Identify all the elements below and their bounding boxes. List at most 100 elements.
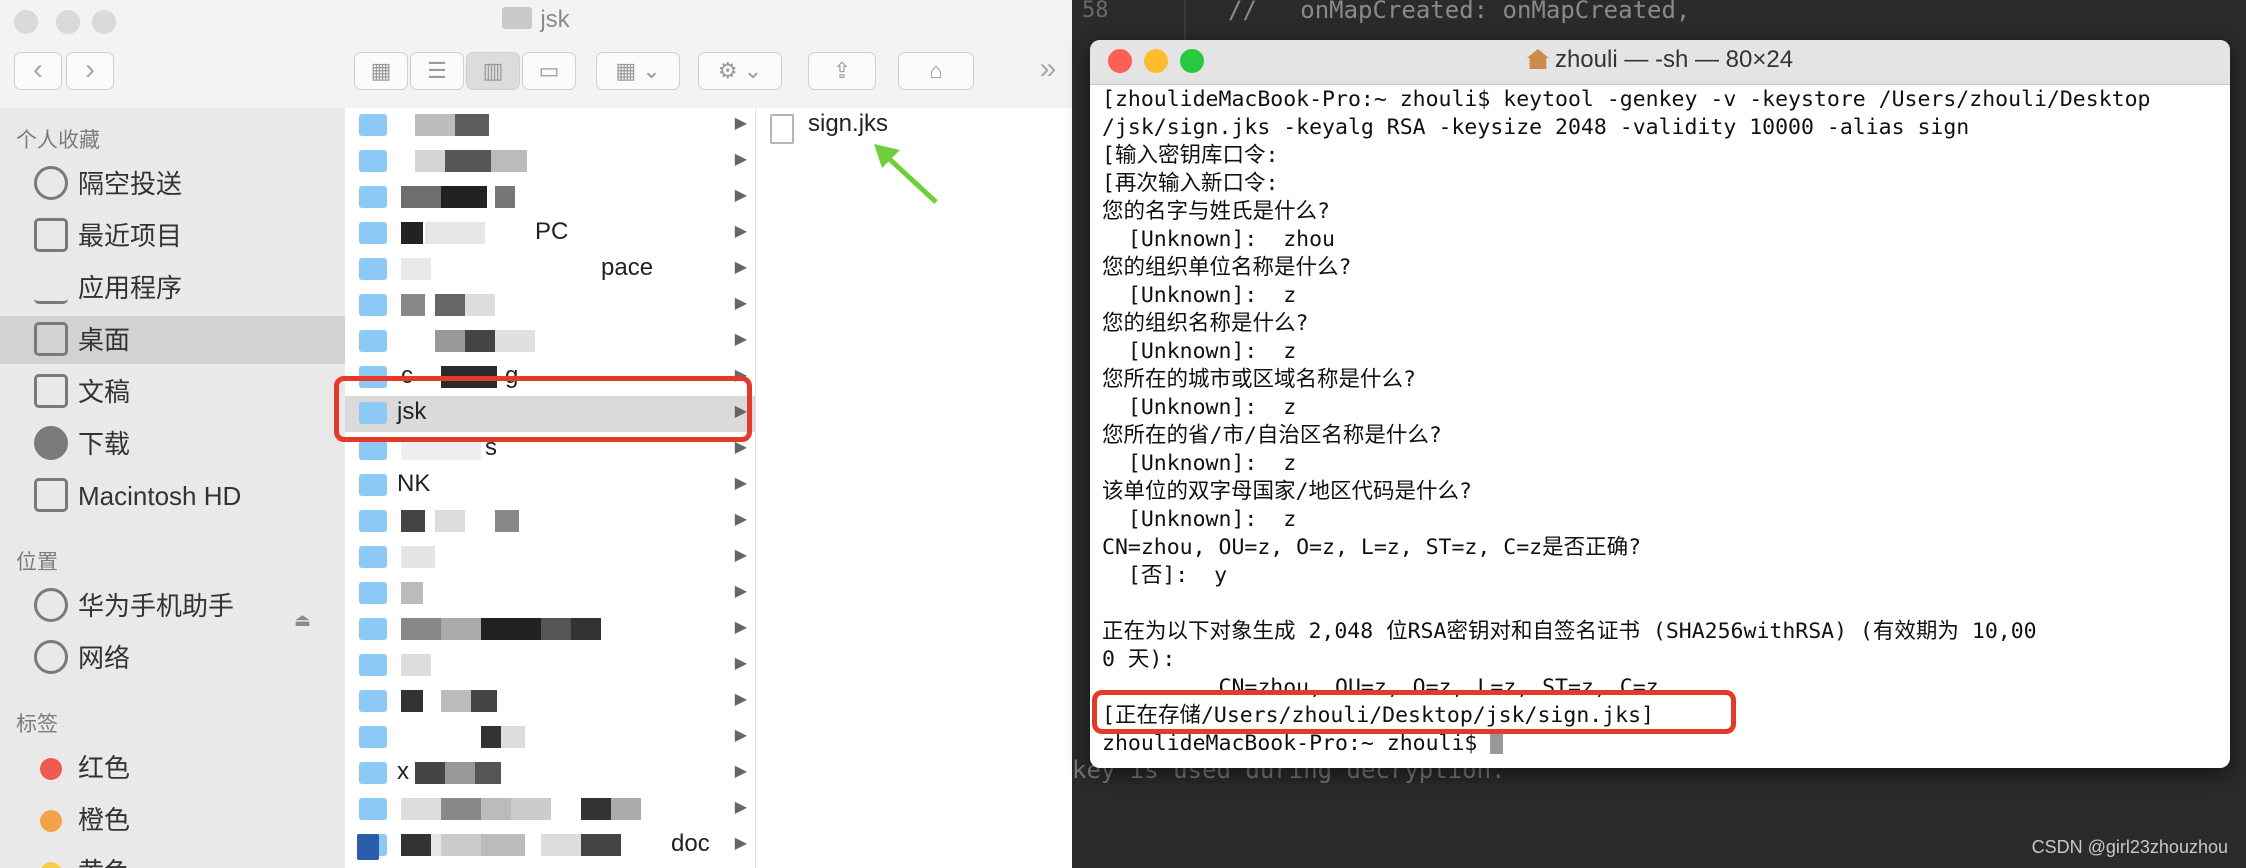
terminal-line-text: zhoulideMacBook-Pro:~ zhouli$ xyxy=(1102,731,1491,756)
file-name-sign-jks: sign.jks xyxy=(808,110,889,137)
list-item[interactable]: NK ▶ xyxy=(345,468,755,504)
action-gear-button[interactable]: ⚙ ⌄ xyxy=(698,52,782,90)
gallery-view-button[interactable]: ▭ xyxy=(522,52,576,90)
home-icon xyxy=(1526,49,1549,69)
list-item[interactable]: pace ▶ xyxy=(345,252,755,288)
sidebar-item-huawei[interactable]: 华为手机助手 ⏏ xyxy=(0,582,345,630)
list-item[interactable]: PC ▶ xyxy=(345,216,755,252)
terminal-line: [zhoulideMacBook-Pro:~ zhouli$ keytool -… xyxy=(1102,86,2224,114)
line-number: 58 xyxy=(1082,0,1109,23)
list-item[interactable]: ▶ xyxy=(345,576,755,612)
terminal-line: 您的组织名称是什么? xyxy=(1102,310,2224,338)
sidebar-tag-yellow[interactable]: 黄色 xyxy=(0,848,345,868)
sidebar-item-documents[interactable]: 文稿 xyxy=(0,368,345,416)
folder-label: x xyxy=(397,758,409,785)
list-item-sign-jks[interactable]: sign.jks xyxy=(756,108,1072,144)
group-by-button[interactable]: ▦ ⌄ xyxy=(596,52,680,90)
sidebar-item-recents[interactable]: 最近项目 xyxy=(0,212,345,260)
sidebar-item-label: 应用程序 xyxy=(78,273,183,303)
list-item[interactable]: ▶ xyxy=(345,684,755,720)
terminal-line: 该单位的双字母国家/地区代码是什么? xyxy=(1102,478,2224,506)
icon-view-button[interactable]: ▦ xyxy=(354,52,408,90)
terminal-line-text: [Unknown]: z xyxy=(1102,507,1297,532)
disclosure-arrow-icon: ▶ xyxy=(734,763,747,780)
sidebar-item-macintosh-hd[interactable]: Macintosh HD xyxy=(0,472,345,520)
sidebar-item-desktop[interactable]: 桌面 xyxy=(0,316,345,364)
terminal-title-text: zhouli — -sh — 80×24 xyxy=(1554,46,1794,73)
terminal-line: [Unknown]: z xyxy=(1102,394,2224,422)
sidebar-item-label: Macintosh HD xyxy=(78,481,242,511)
share-button[interactable]: ⇪ xyxy=(808,52,876,90)
terminal-line-text: [Unknown]: z xyxy=(1102,339,1297,364)
disclosure-arrow-icon: ▶ xyxy=(734,475,747,492)
disclosure-arrow-icon: ▶ xyxy=(734,151,747,168)
sidebar-item-network[interactable]: 网络 xyxy=(0,634,345,682)
tag-button[interactable]: ⌂ xyxy=(898,52,974,90)
terminal-line-text: 该单位的双字母国家/地区代码是什么? xyxy=(1102,479,1472,504)
disk-icon xyxy=(34,478,68,512)
back-button[interactable]: ‹ xyxy=(14,52,62,90)
folder-icon xyxy=(359,618,387,640)
folder-icon xyxy=(359,654,387,676)
list-item-doc[interactable]: doc xyxy=(345,828,755,864)
list-item[interactable]: x ▶ xyxy=(345,756,755,792)
list-view-button[interactable]: ☰ xyxy=(410,52,464,90)
disclosure-arrow-icon: ▶ xyxy=(734,727,747,744)
finder-toolbar: jsk ‹ › ▦ ☰ ▥ ▭ ▦ ⌄ ⚙ ⌄ ⇪ ⌂ » xyxy=(0,0,1072,109)
folder-label: doc xyxy=(671,830,710,857)
folder-icon xyxy=(359,474,387,496)
terminal-output[interactable]: [zhoulideMacBook-Pro:~ zhouli$ keytool -… xyxy=(1102,86,2224,758)
disclosure-arrow-icon: ▶ xyxy=(734,511,747,528)
file-column: sign.jks xyxy=(756,108,1072,868)
list-item[interactable]: ▶ xyxy=(345,180,755,216)
terminal-line: [Unknown]: z xyxy=(1102,450,2224,478)
folder-icon xyxy=(359,582,387,604)
sidebar-item-label: 隔空投送 xyxy=(78,169,183,199)
list-item[interactable]: ▶ xyxy=(345,504,755,540)
sidebar-tag-orange[interactable]: 橙色 xyxy=(0,796,345,844)
list-item[interactable]: ▶ xyxy=(345,540,755,576)
text-cursor xyxy=(1490,732,1504,754)
locations-header: 位置 xyxy=(16,551,58,574)
file-icon xyxy=(770,114,794,144)
folder-icon xyxy=(359,330,387,352)
folder-icon xyxy=(359,510,387,532)
terminal-line: 您的名字与姓氏是什么? xyxy=(1102,198,2224,226)
tags-header: 标签 xyxy=(16,713,58,736)
forward-button[interactable]: › xyxy=(66,52,114,90)
terminal-window: zhouli — -sh — 80×24 [zhoulideMacBook-Pr… xyxy=(1090,40,2230,768)
terminal-titlebar: zhouli — -sh — 80×24 xyxy=(1090,40,2230,85)
sidebar-item-label: 华为手机助手 xyxy=(78,591,235,621)
terminal-line: 您所在的省/市/自治区名称是什么? xyxy=(1102,422,2224,450)
list-item[interactable]: ▶ xyxy=(345,288,755,324)
list-item[interactable]: ▶ xyxy=(345,612,755,648)
sidebar-item-label: 最近项目 xyxy=(78,221,183,251)
terminal-line: 您的组织单位名称是什么? xyxy=(1102,254,2224,282)
window-title-text: jsk xyxy=(540,6,570,33)
sidebar-item-label: 红色 xyxy=(78,753,131,783)
sidebar-tag-red[interactable]: 红色 xyxy=(0,744,345,792)
disclosure-arrow-icon: ▶ xyxy=(734,799,747,816)
highlight-box-storing-path xyxy=(1092,690,1736,734)
sidebar-item-label: 文稿 xyxy=(78,377,131,407)
sidebar-item-label: 网络 xyxy=(78,643,131,673)
list-item[interactable]: ▶ xyxy=(345,108,755,144)
editor-code-top: // onMapCreated: onMapCreated, xyxy=(1228,0,1691,24)
list-item[interactable]: ▶ xyxy=(345,648,755,684)
terminal-line-text: 您所在的省/市/自治区名称是什么? xyxy=(1102,423,1442,448)
word-doc-icon xyxy=(357,834,379,860)
list-item[interactable]: ▶ xyxy=(345,720,755,756)
folder-column: ▶ ▶ ▶ PC ▶ pace ▶ ▶ ▶ c g ▶ jsk ▶ s ▶ NK ▶ ▶ ▶ … xyxy=(345,108,756,868)
sidebar-item-applications[interactable]: 应用程序 xyxy=(0,264,345,312)
list-item[interactable]: ▶ xyxy=(345,144,755,180)
disclosure-arrow-icon: ▶ xyxy=(734,619,747,636)
terminal-line-text: 您的名字与姓氏是什么? xyxy=(1102,199,1330,224)
terminal-line-text: [Unknown]: z xyxy=(1102,283,1297,308)
toolbar-overflow-button[interactable]: » xyxy=(1030,52,1066,90)
list-item[interactable]: ▶ xyxy=(345,324,755,360)
folder-icon xyxy=(359,798,387,820)
sidebar-item-downloads[interactable]: 下载 xyxy=(0,420,345,468)
column-view-button[interactable]: ▥ xyxy=(466,52,520,90)
list-item[interactable]: ▶ xyxy=(345,792,755,828)
sidebar-item-airdrop[interactable]: 隔空投送 xyxy=(0,160,345,208)
